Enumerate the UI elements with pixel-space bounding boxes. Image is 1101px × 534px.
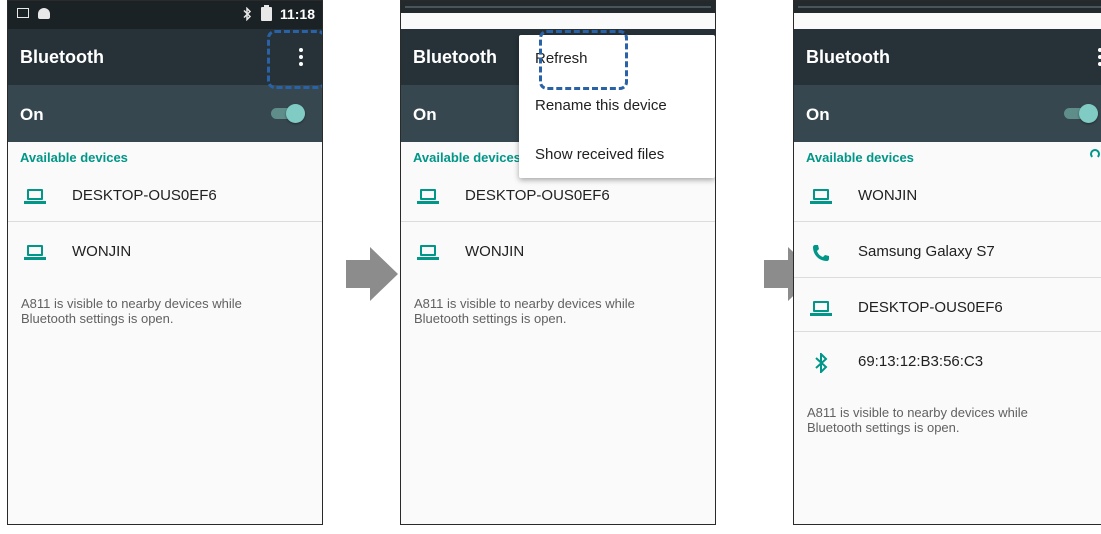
arrow-right-icon xyxy=(346,247,398,301)
status-bar-dimmed xyxy=(401,1,715,13)
device-row[interactable]: DESKTOP-OUS0EF6 xyxy=(794,281,1101,336)
device-name: WONJIN xyxy=(858,187,918,204)
visibility-info: A811 is visible to nearby devices while … xyxy=(414,296,674,326)
menu-item-show-received-files[interactable]: Show received files xyxy=(535,146,664,163)
toggle-label: On xyxy=(20,105,44,124)
device-row[interactable]: DESKTOP-OUS0EF6 xyxy=(8,169,322,224)
phone-screen-3: Bluetooth On Available devices WONJIN Sa… xyxy=(793,0,1101,525)
laptop-icon xyxy=(810,187,834,207)
device-row[interactable]: WONJIN xyxy=(8,225,322,280)
app-bar: Bluetooth xyxy=(794,29,1101,85)
bluetooth-toggle-bar[interactable]: On xyxy=(794,85,1101,142)
status-bar-dimmed xyxy=(794,1,1101,13)
highlight-box xyxy=(539,30,628,90)
section-header: Available devices xyxy=(806,150,914,165)
overflow-menu-icon[interactable] xyxy=(1090,45,1101,69)
divider xyxy=(8,221,322,222)
bluetooth-switch[interactable] xyxy=(1064,104,1098,123)
device-row[interactable]: WONJIN xyxy=(794,169,1101,224)
device-row[interactable]: 69:13:12:B3:56:C3 xyxy=(794,335,1101,390)
device-name: DESKTOP-OUS0EF6 xyxy=(465,187,610,204)
info-line: Bluetooth settings is open. xyxy=(414,311,567,326)
info-line: A811 is visible to nearby devices while xyxy=(21,296,242,311)
status-bar: 11:18 xyxy=(8,1,322,29)
divider xyxy=(401,221,715,222)
divider xyxy=(794,277,1101,278)
page-title: Bluetooth xyxy=(806,47,890,67)
device-row[interactable]: Samsung Galaxy S7 xyxy=(794,225,1101,280)
device-name: WONJIN xyxy=(72,243,132,260)
divider xyxy=(794,221,1101,222)
battery-icon xyxy=(260,5,272,21)
phone-screen-2: Bluetooth On Available devices DESKTOP-O… xyxy=(400,0,716,525)
info-line: A811 is visible to nearby devices while xyxy=(807,405,1028,420)
gallery-notification-icon xyxy=(17,8,29,18)
section-header: Available devices xyxy=(413,150,521,165)
scanning-spinner-icon xyxy=(1090,149,1100,159)
toggle-label: On xyxy=(806,105,830,124)
visibility-info: A811 is visible to nearby devices while … xyxy=(807,405,1067,435)
laptop-icon xyxy=(24,243,48,263)
info-line: A811 is visible to nearby devices while xyxy=(414,296,635,311)
device-name: DESKTOP-OUS0EF6 xyxy=(858,299,1003,316)
device-name: Samsung Galaxy S7 xyxy=(858,243,995,260)
page-title: Bluetooth xyxy=(20,47,104,67)
info-line: Bluetooth settings is open. xyxy=(807,420,960,435)
device-row[interactable]: WONJIN xyxy=(401,225,715,280)
info-line: Bluetooth settings is open. xyxy=(21,311,174,326)
phone-icon xyxy=(813,245,829,261)
laptop-icon xyxy=(417,187,441,207)
laptop-icon xyxy=(24,187,48,207)
divider xyxy=(794,331,1101,332)
status-time: 11:18 xyxy=(279,6,315,22)
visibility-info: A811 is visible to nearby devices while … xyxy=(21,296,281,326)
menu-item-rename-device[interactable]: Rename this device xyxy=(535,97,667,114)
bluetooth-status-icon xyxy=(243,7,252,21)
laptop-icon xyxy=(810,299,834,319)
bluetooth-switch[interactable] xyxy=(271,104,305,123)
bluetooth-icon xyxy=(815,353,828,373)
page-title: Bluetooth xyxy=(413,47,497,67)
device-name: WONJIN xyxy=(465,243,525,260)
phone-screen-1: 11:18 Bluetooth On Available devices DES… xyxy=(7,0,323,525)
laptop-icon xyxy=(417,243,441,263)
device-name: DESKTOP-OUS0EF6 xyxy=(72,187,217,204)
highlight-box xyxy=(267,30,322,89)
toggle-label: On xyxy=(413,105,437,124)
bluetooth-toggle-bar[interactable]: On xyxy=(8,85,322,142)
device-name: 69:13:12:B3:56:C3 xyxy=(858,353,984,370)
section-header: Available devices xyxy=(20,150,128,165)
android-notification-icon xyxy=(38,8,50,19)
